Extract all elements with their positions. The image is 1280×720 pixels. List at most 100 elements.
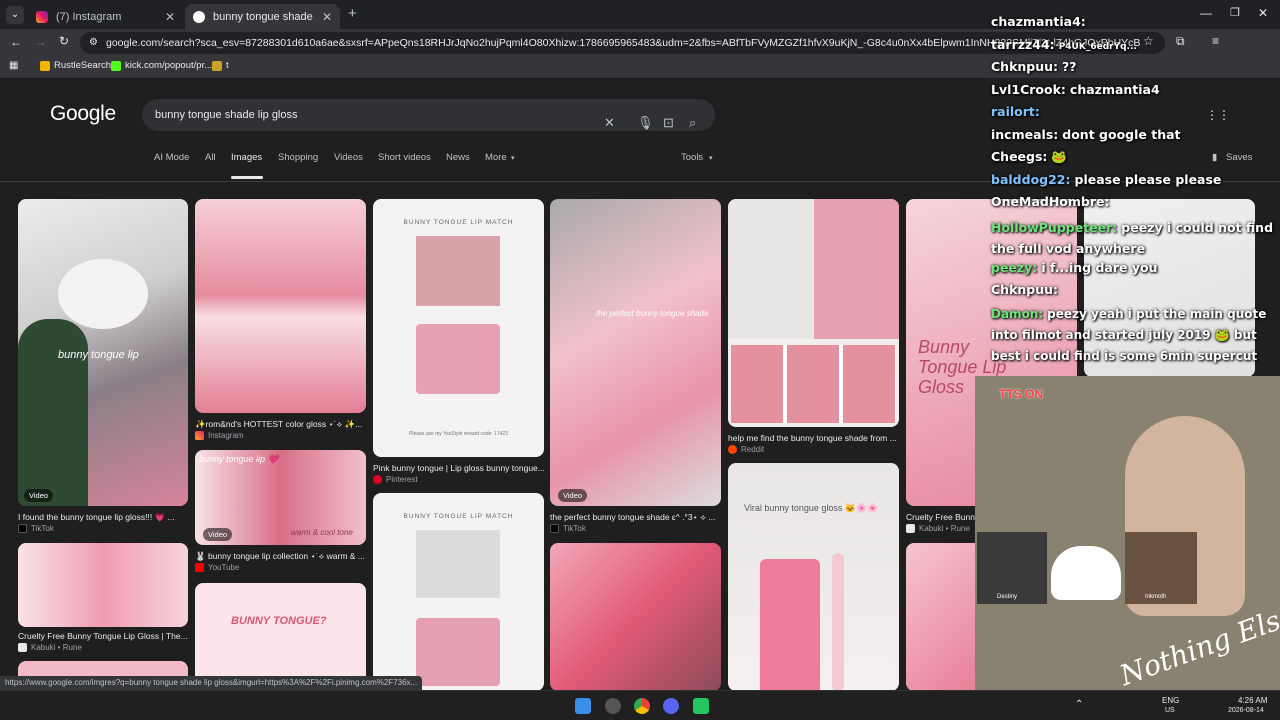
forward-icon[interactable]: → [35,35,47,49]
tab-ai-mode[interactable]: AI Mode [154,152,189,163]
tab-instagram[interactable]: (7) Instagram ✕ [28,4,183,29]
search-icon[interactable]: ⌕ [689,107,696,139]
tab-short-videos[interactable]: Short videos [378,152,431,163]
image-overlay-text: BUNNY TONGUE LIP MATCH [403,513,514,520]
chat-line: OneMadHombre: [991,194,1110,209]
bunny-figure [58,259,148,329]
tab-title: bunny tongue shade lip gloss [213,10,316,23]
tab-search-icon[interactable]: ⌄ [6,6,24,24]
new-tab-button[interactable]: + [348,5,357,22]
close-tab-icon[interactable]: ✕ [322,10,332,24]
kabuki-icon [906,524,915,533]
result-caption[interactable]: 🐰 bunny tongue lip collection ⋆˙⟡ warm &… [195,551,366,562]
active-tab-indicator [231,176,263,179]
lang-region: US [1165,707,1175,714]
result-caption[interactable]: Pink bunny tongue | Lip gloss bunny tong… [373,463,544,473]
person-figure [18,319,88,506]
tray-chevron-icon[interactable]: ⌃ [1075,699,1083,710]
cat-sticker [1051,546,1121,600]
clock-time[interactable]: 4:26 AM [1238,696,1267,705]
result-image-maybelline[interactable]: Viral bunny tongue gloss 🐱🌸🌸 [728,463,899,690]
chat-line: tarrzz44: P4UK_6edrYq... [991,37,1137,52]
image-overlay-text: the perfect bunny tongue shade [596,309,709,318]
lang-indicator[interactable]: ENG [1162,696,1179,705]
chat-line: Cheegs: 🐸 [991,149,1067,164]
audio-app-icon[interactable] [693,698,709,714]
result-image-kabuki[interactable] [18,543,188,627]
result-image-reddit[interactable] [728,199,899,427]
apps-icon[interactable]: ▦ [9,60,18,71]
image-overlay-text: bunny tongue lip 💗 [199,454,279,464]
video-badge: Video [558,489,588,502]
kick-icon [111,60,121,71]
result-image-lip-match[interactable]: BUNNY TONGUE LIP MATCH [373,493,544,690]
result-caption[interactable]: Cruelty Free Bunny Tongue Lip Gloss | Th… [18,631,188,641]
windows-start-icon[interactable] [575,698,591,714]
chat-line: peezy: i f...ing dare you [991,260,1158,275]
status-url: https://www.google.com/imgres?q=bunny to… [0,676,423,690]
cam-label: Inkmoth [1145,594,1167,600]
lens-icon[interactable]: ⊡ [663,107,674,139]
chat-line: Damon: peezy yeah i put the main quote in… [991,307,1267,363]
lip-swatch-grid [731,345,896,423]
result-source: Kabuki • Rune [906,524,970,533]
result-caption[interactable]: I found the bunny tongue lip gloss!!! 💗 … [18,512,188,523]
result-image-tiktok[interactable]: bunny tongue lip Video [18,199,188,506]
result-image-tiktok-2[interactable]: the perfect bunny tongue shade Video [550,199,721,506]
chrome-icon[interactable] [634,698,650,714]
result-source: Instagram [195,431,244,440]
reddit-icon [728,445,737,454]
bookmark-item[interactable]: t [212,60,229,71]
close-tab-icon[interactable]: ✕ [165,10,175,24]
chat-line: HollowPuppeteer: peezy i could not find t… [991,220,1274,256]
result-caption[interactable]: the perfect bunny tongue shade ε^ .°3⋆ ⟡… [550,512,721,523]
mic-icon[interactable]: 🎙 [637,107,654,139]
bookmark-item[interactable]: kick.com/popout/pr... [111,60,212,71]
result-source: Reddit [728,445,764,454]
clear-icon[interactable]: ✕ [604,107,615,139]
site-info-icon[interactable]: ⚙ [89,32,98,54]
result-caption[interactable]: ✨rom&nd's HOTTEST color gloss ⋆˙⟡ ✨... [195,419,366,430]
app-icon[interactable] [605,698,621,714]
lipstick-photo [416,236,500,306]
instagram-icon [36,10,48,23]
bookmark-favicon-icon [212,60,222,71]
tab-news[interactable]: News [446,152,470,163]
result-caption[interactable]: Cruelty Free Bunny [906,512,978,522]
tab-shopping[interactable]: Shopping [278,152,318,163]
chat-line: chazmantia4: [991,14,1086,29]
windows-taskbar: ⌃ ENG US 4:26 AM 2026-08-14 [0,690,1280,720]
youtube-icon [195,563,204,572]
result-caption[interactable]: help me find the bunny tongue shade from… [728,433,899,443]
tab-videos[interactable]: Videos [334,152,363,163]
bookmark-item[interactable]: RustleSearch [40,60,111,71]
result-image-bunny-tongue[interactable]: BUNNY TONGUE? [195,583,366,690]
result-image-youtube[interactable]: bunny tongue lip 💗 warm & cool tone Vide… [195,450,366,545]
cam-label: Destiny [997,594,1018,600]
result-source: Pinterest [373,475,418,484]
image-overlay-text: Viral bunny tongue gloss 🐱🌸🌸 [744,503,879,513]
tools-button[interactable]: Tools [681,152,703,163]
bunny-photo [728,199,813,339]
tab-more[interactable]: More [485,152,507,163]
image-overlay-text: bunny tongue lip [58,349,139,361]
tab-all[interactable]: All [205,152,216,163]
pinterest-icon [373,475,382,484]
result-image-lips[interactable] [550,543,721,690]
discord-icon[interactable] [663,698,679,714]
cam-thumb-inkmoth: Inkmoth [1125,532,1197,604]
result-image-pinterest[interactable]: BUNNY TONGUE LIP MATCH Please use my Yes… [373,199,544,457]
tts-badge: TTS ON [999,387,1043,401]
image-overlay-text: BUNNY TONGUE LIP MATCH [403,219,514,226]
back-icon[interactable]: ← [10,35,22,49]
reload-icon[interactable]: ↻ [59,34,69,48]
tab-google[interactable]: bunny tongue shade lip gloss ✕ [185,4,340,29]
chat-line: balddog22: please please please [991,172,1222,187]
google-logo[interactable]: Google [50,102,116,126]
result-image-instagram[interactable] [195,199,366,413]
chat-line: incmeals: dont google that [991,127,1181,142]
tab-images[interactable]: Images [231,152,262,163]
search-input[interactable]: bunny tongue shade lip gloss ✕ 🎙 ⊡ ⌕ [142,99,715,131]
result-source: TikTok [550,524,586,533]
gloss-tube [760,559,820,690]
